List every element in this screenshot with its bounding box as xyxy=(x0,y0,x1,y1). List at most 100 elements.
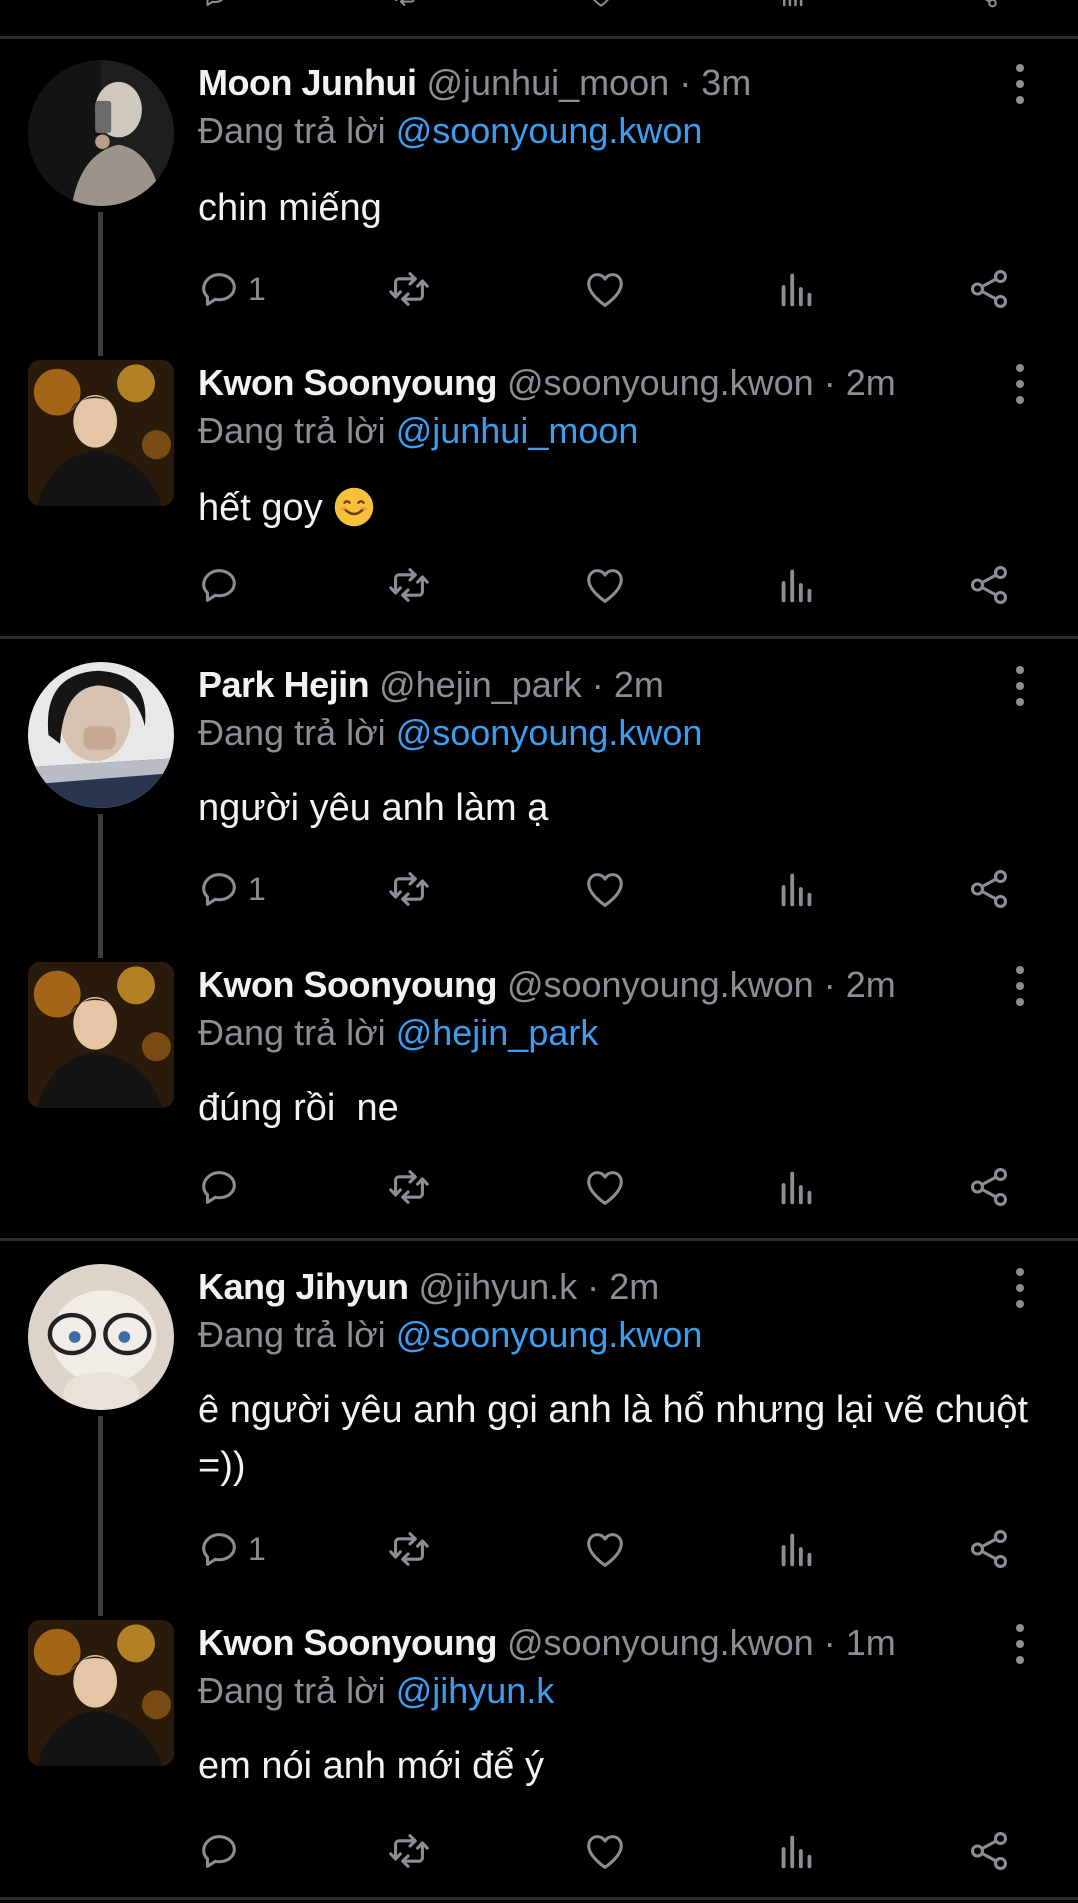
share-button[interactable] xyxy=(966,864,1012,914)
retweet-button[interactable] xyxy=(386,1524,432,1574)
display-name[interactable]: Kwon Soonyoung xyxy=(198,362,497,403)
views-icon xyxy=(774,0,812,10)
timestamp[interactable]: 2m xyxy=(846,362,896,403)
user-handle[interactable]: @soonyoung.kwon xyxy=(507,362,814,403)
display-name[interactable]: Kwon Soonyoung xyxy=(198,964,497,1005)
timestamp[interactable]: 2m xyxy=(609,1266,659,1307)
more-options-icon[interactable] xyxy=(1008,1268,1032,1308)
tweet[interactable]: Park Hejin @hejin_park · 2m Đang trả lời… xyxy=(0,654,1078,958)
timestamp[interactable]: 3m xyxy=(701,62,751,103)
reply-button[interactable] xyxy=(196,1162,248,1212)
like-button[interactable] xyxy=(582,1162,628,1212)
like-icon xyxy=(582,0,620,10)
views-button[interactable] xyxy=(774,264,820,314)
retweet-button[interactable] xyxy=(386,560,432,610)
reply-count: 1 xyxy=(248,870,266,907)
display-name[interactable]: Kwon Soonyoung xyxy=(198,1622,497,1663)
avatar-photo xyxy=(28,360,174,506)
tweet[interactable]: Kang Jihyun @jihyun.k · 2m Đang trả lời … xyxy=(0,1256,1078,1616)
user-handle[interactable]: @hejin_park xyxy=(379,664,582,705)
display-name[interactable]: Kang Jihyun xyxy=(198,1266,409,1307)
reply-count: 1 xyxy=(248,270,266,307)
like-button[interactable] xyxy=(582,1524,628,1574)
tweet[interactable]: Kwon Soonyoung @soonyoung.kwon · 2m Đang… xyxy=(0,352,1078,632)
user-handle[interactable]: @jihyun.k xyxy=(419,1266,578,1307)
more-options-icon[interactable] xyxy=(1008,1624,1032,1664)
retweet-button[interactable] xyxy=(386,864,432,914)
avatar-photo xyxy=(28,662,174,808)
reply-button[interactable]: 1 xyxy=(196,1524,266,1574)
tweet-actions xyxy=(0,1162,1078,1212)
reply-button[interactable] xyxy=(196,560,248,610)
tweet-actions xyxy=(0,560,1078,610)
views-button[interactable] xyxy=(774,560,820,610)
share-button[interactable] xyxy=(966,1826,1012,1876)
avatar[interactable] xyxy=(28,662,174,808)
share-button[interactable] xyxy=(966,1524,1012,1574)
tweet-header: Kang Jihyun @jihyun.k · 2m xyxy=(198,1264,659,1310)
tweet[interactable]: Moon Junhui @junhui_moon · 3m Đang trả l… xyxy=(0,52,1078,356)
avatar[interactable] xyxy=(28,1620,174,1766)
avatar[interactable] xyxy=(28,962,174,1108)
timestamp[interactable]: 1m xyxy=(846,1622,896,1663)
display-name[interactable]: Moon Junhui xyxy=(198,62,417,103)
share-icon xyxy=(966,562,1012,608)
like-button[interactable] xyxy=(582,0,622,10)
reply-button[interactable]: 1 xyxy=(196,264,266,314)
share-button[interactable] xyxy=(966,1162,1012,1212)
more-options-icon[interactable] xyxy=(1008,666,1032,706)
display-name[interactable]: Park Hejin xyxy=(198,664,370,705)
reply-button[interactable] xyxy=(196,1826,248,1876)
like-button[interactable] xyxy=(582,560,628,610)
retweet-button[interactable] xyxy=(386,1826,432,1876)
retweet-button[interactable] xyxy=(386,0,426,10)
retweet-button[interactable] xyxy=(386,264,432,314)
more-options-icon[interactable] xyxy=(1008,64,1032,104)
timestamp[interactable]: 2m xyxy=(846,964,896,1005)
like-button[interactable] xyxy=(582,264,628,314)
reply-button[interactable] xyxy=(196,0,236,10)
share-button[interactable] xyxy=(966,264,1012,314)
thread-divider xyxy=(0,1897,1078,1900)
more-options-icon[interactable] xyxy=(1008,966,1032,1006)
reply-thread-feed: Moon Junhui @junhui_moon · 3m Đang trả l… xyxy=(0,0,1078,1903)
views-button[interactable] xyxy=(774,864,820,914)
views-button[interactable] xyxy=(774,1162,820,1212)
views-button[interactable] xyxy=(774,1524,820,1574)
timestamp[interactable]: 2m xyxy=(614,664,664,705)
user-handle[interactable]: @junhui_moon xyxy=(426,62,669,103)
separator-dot: · xyxy=(823,362,836,403)
mention-link[interactable]: @soonyoung.kwon xyxy=(396,110,703,151)
user-handle[interactable]: @soonyoung.kwon xyxy=(507,1622,814,1663)
retweet-button[interactable] xyxy=(386,1162,432,1212)
like-button[interactable] xyxy=(582,864,628,914)
avatar[interactable] xyxy=(28,360,174,506)
share-button[interactable] xyxy=(966,560,1012,610)
replying-to-label: Đang trả lời xyxy=(198,1012,386,1053)
share-icon xyxy=(966,1526,1012,1572)
mention-link[interactable]: @soonyoung.kwon xyxy=(396,712,703,753)
user-handle[interactable]: @soonyoung.kwon xyxy=(507,964,814,1005)
separator-dot: · xyxy=(679,62,692,103)
mention-link[interactable]: @jihyun.k xyxy=(396,1670,555,1711)
more-options-icon[interactable] xyxy=(1008,364,1032,404)
avatar-photo xyxy=(28,60,174,206)
share-button[interactable] xyxy=(966,0,1006,10)
mention-link[interactable]: @soonyoung.kwon xyxy=(396,1314,703,1355)
avatar[interactable] xyxy=(28,60,174,206)
views-button[interactable] xyxy=(774,0,814,10)
avatar[interactable] xyxy=(28,1264,174,1410)
tweet[interactable]: Kwon Soonyoung @soonyoung.kwon · 2m Đang… xyxy=(0,954,1078,1234)
mention-link[interactable]: @hejin_park xyxy=(396,1012,599,1053)
views-button[interactable] xyxy=(774,1826,820,1876)
tweet[interactable]: Kwon Soonyoung @soonyoung.kwon · 1m Đang… xyxy=(0,1612,1078,1892)
like-button[interactable] xyxy=(582,1826,628,1876)
views-icon xyxy=(774,562,820,608)
reply-button[interactable]: 1 xyxy=(196,864,266,914)
tweet-text: em nói anh mới để ý xyxy=(198,1745,544,1787)
tweet-header: Kwon Soonyoung @soonyoung.kwon · 2m xyxy=(198,360,896,406)
reply-icon xyxy=(196,1164,242,1210)
mention-link[interactable]: @junhui_moon xyxy=(396,410,639,451)
reply-icon xyxy=(196,1828,242,1874)
views-icon xyxy=(774,266,820,312)
